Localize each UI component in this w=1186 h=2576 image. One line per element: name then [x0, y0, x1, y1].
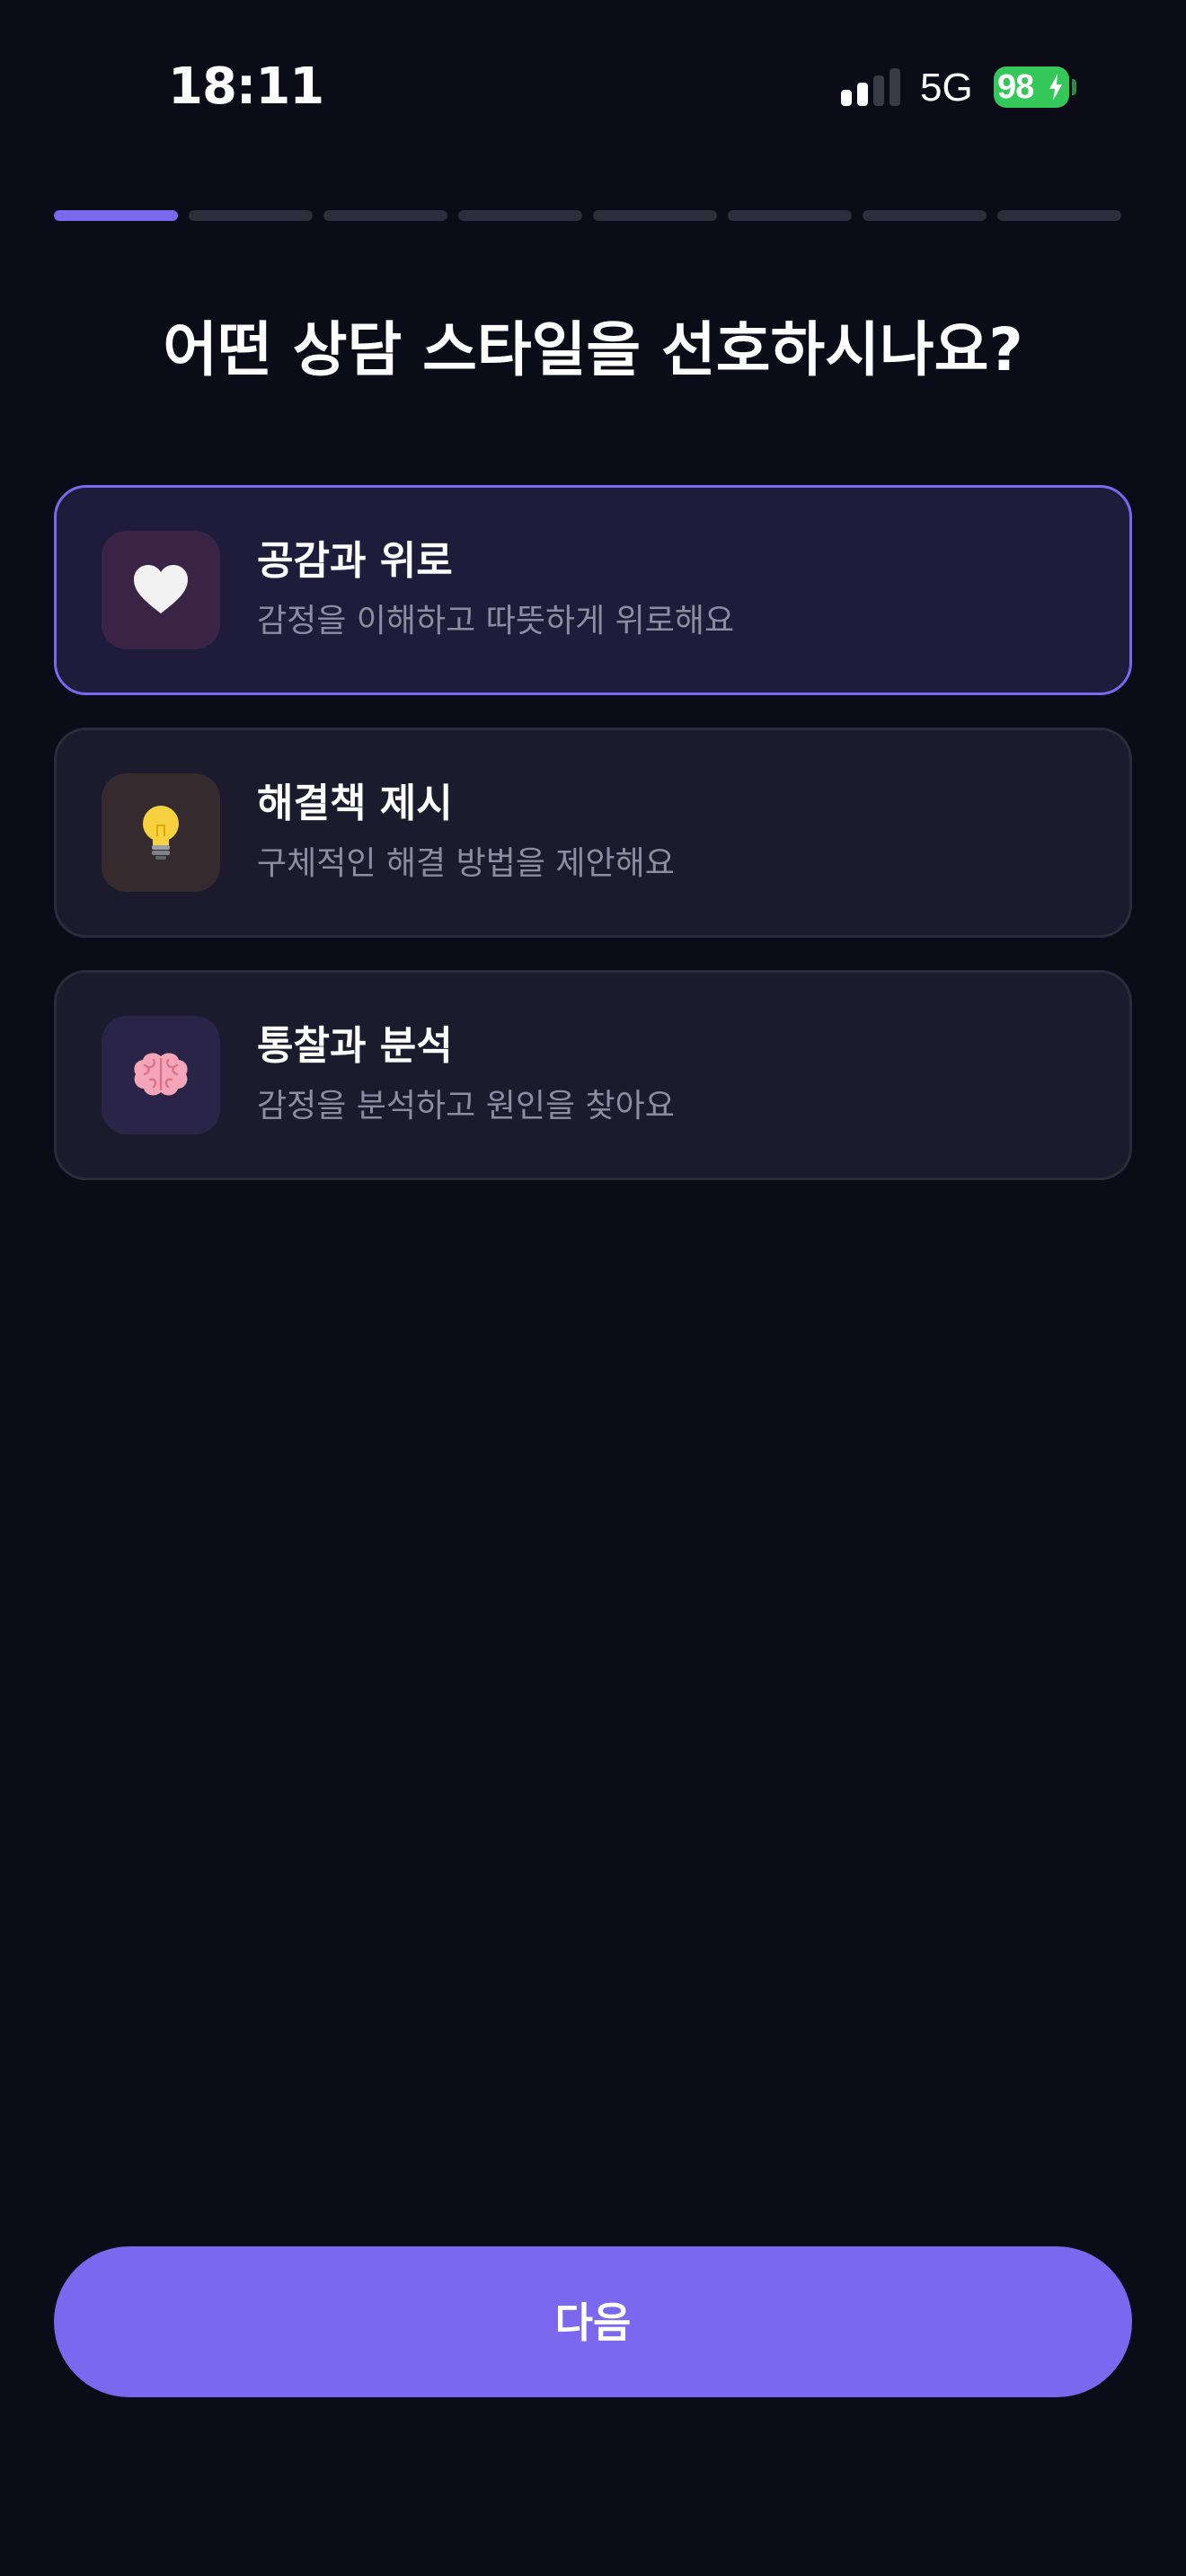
progress-step: [863, 210, 987, 221]
battery-level: 98: [997, 68, 1034, 106]
light-bulb-icon: [143, 806, 179, 860]
option-description: 감정을 이해하고 따뜻하게 위로해요: [257, 603, 735, 640]
onboarding-progress: [54, 210, 1121, 221]
option-insight-analysis[interactable]: 통찰과 분석 감정을 분석하고 원인을 찾아요: [54, 970, 1132, 1180]
progress-step: [728, 210, 852, 221]
counseling-style-options: 공감과 위로 감정을 이해하고 따뜻하게 위로해요 해결책 제시 구체적인 해결…: [54, 485, 1132, 1213]
battery-nub: [1072, 79, 1076, 95]
network-type: 5G: [920, 66, 973, 110]
option-description: 구체적인 해결 방법을 제안해요: [257, 845, 675, 882]
progress-step: [189, 210, 313, 221]
option-empathy-comfort[interactable]: 공감과 위로 감정을 이해하고 따뜻하게 위로해요: [54, 485, 1132, 695]
progress-step: [323, 210, 447, 221]
status-time: 18:11: [168, 57, 324, 116]
battery-icon: 98: [994, 66, 1069, 108]
charging-bolt-icon: [1049, 74, 1062, 101]
white-heart-icon: [102, 531, 220, 649]
next-button[interactable]: 다음: [54, 2246, 1132, 2397]
white-heart-icon: [134, 565, 188, 613]
option-title: 공감과 위로: [257, 538, 453, 584]
brain-icon: [134, 1053, 188, 1096]
progress-step: [997, 210, 1121, 221]
progress-step: [593, 210, 717, 221]
question-title: 어떤 상담 스타일을 선호하시나요?: [163, 315, 1023, 384]
progress-step: [54, 210, 178, 221]
option-title: 해결책 제시: [257, 781, 453, 826]
option-solution-suggestion[interactable]: 해결책 제시 구체적인 해결 방법을 제안해요: [54, 728, 1132, 938]
brain-icon: [102, 1016, 220, 1134]
progress-step: [458, 210, 582, 221]
cellular-signal-icon: [841, 68, 902, 106]
light-bulb-icon: [102, 773, 220, 892]
option-title: 통찰과 분석: [257, 1023, 453, 1069]
option-description: 감정을 분석하고 원인을 찾아요: [257, 1088, 675, 1125]
